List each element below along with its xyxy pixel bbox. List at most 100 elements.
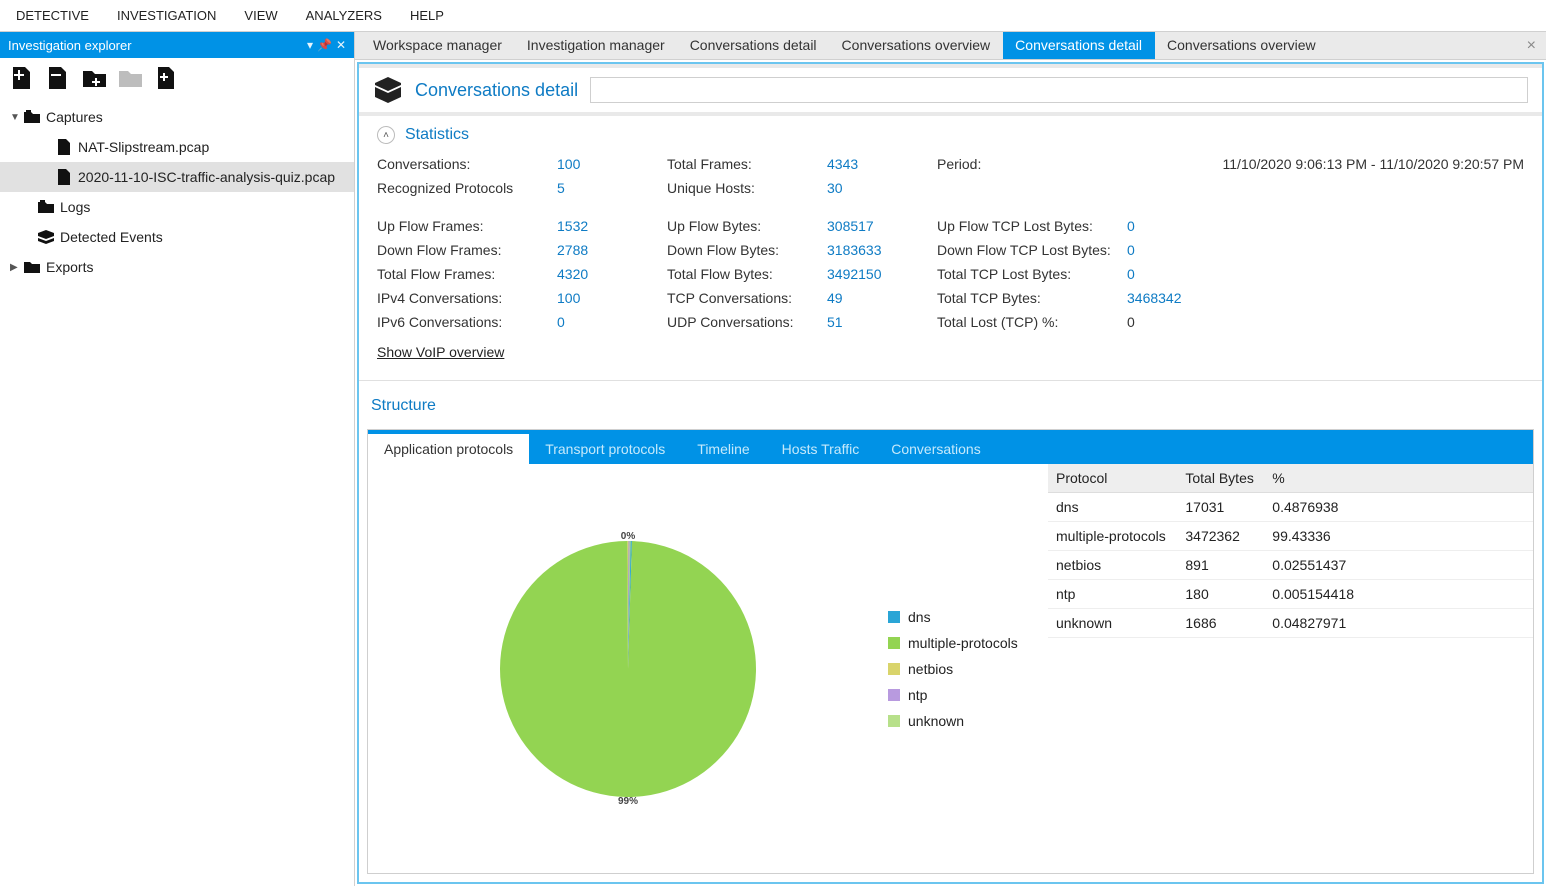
legend-swatch bbox=[888, 715, 900, 727]
stat-value: 0 bbox=[1127, 266, 1524, 282]
tab-timeline[interactable]: Timeline bbox=[681, 434, 765, 464]
menu-investigation[interactable]: INVESTIGATION bbox=[103, 2, 230, 29]
expander-icon[interactable]: ▼ bbox=[10, 112, 22, 123]
tab-investigation-manager[interactable]: Investigation manager bbox=[515, 32, 678, 59]
stat-label: IPv4 Conversations: bbox=[377, 290, 557, 306]
tab-workspace-manager[interactable]: Workspace manager bbox=[361, 32, 515, 59]
stat-value: 51 bbox=[827, 314, 937, 330]
stat-label: Up Flow TCP Lost Bytes: bbox=[937, 218, 1127, 234]
stat-label: Down Flow Frames: bbox=[377, 242, 557, 258]
stat-value: 3468342 bbox=[1127, 290, 1524, 306]
tab-conversations-detail-active[interactable]: Conversations detail bbox=[1003, 32, 1155, 59]
statistics-title: Statistics bbox=[405, 126, 469, 144]
tab-conversations-detail[interactable]: Conversations detail bbox=[678, 32, 830, 59]
captures-icon bbox=[22, 109, 42, 125]
legend-swatch bbox=[888, 663, 900, 675]
pie-chart: 0% 99% bbox=[368, 464, 888, 873]
stat-label: Total Flow Bytes: bbox=[667, 266, 827, 282]
tab-hosts-traffic[interactable]: Hosts Traffic bbox=[766, 434, 876, 464]
pie-bottom-label: 99% bbox=[618, 796, 638, 807]
structure-title: Structure bbox=[367, 397, 1534, 415]
sidebar-toolbar bbox=[0, 58, 354, 98]
table-row[interactable]: multiple-protocols347236299.43336 bbox=[1048, 522, 1533, 551]
tab-close-icon[interactable]: × bbox=[1517, 33, 1546, 59]
stat-value: 0 bbox=[1127, 242, 1524, 258]
tree-label: Logs bbox=[56, 199, 90, 215]
stat-value: 4343 bbox=[827, 156, 937, 172]
search-input[interactable] bbox=[591, 78, 1527, 102]
table-row[interactable]: ntp1800.005154418 bbox=[1048, 580, 1533, 609]
col-protocol[interactable]: Protocol bbox=[1048, 464, 1177, 493]
menu-detective[interactable]: DETECTIVE bbox=[2, 2, 103, 29]
legend-item: dns bbox=[888, 609, 1048, 625]
tree-label: Captures bbox=[42, 109, 103, 125]
file-icon bbox=[54, 169, 74, 185]
stat-value: 49 bbox=[827, 290, 937, 306]
legend-label: ntp bbox=[908, 687, 927, 703]
new-page-icon[interactable] bbox=[154, 65, 178, 91]
logs-icon bbox=[36, 199, 56, 215]
panel-header: Conversations detail bbox=[359, 64, 1542, 112]
events-icon bbox=[36, 229, 56, 245]
tree-node-captures[interactable]: ▼ Captures bbox=[0, 102, 354, 132]
table-row[interactable]: dns170310.4876938 bbox=[1048, 493, 1533, 522]
stat-label: Total Flow Frames: bbox=[377, 266, 557, 282]
legend-swatch bbox=[888, 611, 900, 623]
search-box[interactable] bbox=[590, 77, 1528, 103]
stat-label: Recognized Protocols bbox=[377, 180, 557, 196]
legend-swatch bbox=[888, 637, 900, 649]
expander-icon[interactable]: ▶ bbox=[10, 262, 22, 273]
stat-label: Total TCP Lost Bytes: bbox=[937, 266, 1127, 282]
menu-help[interactable]: HELP bbox=[396, 2, 458, 29]
statistics-grid: Conversations: 100 Total Frames: 4343 Pe… bbox=[377, 156, 1524, 330]
sidebar-menu-icon[interactable]: ▾ bbox=[307, 38, 313, 52]
stat-label: TCP Conversations: bbox=[667, 290, 827, 306]
tree-label: 2020-11-10-ISC-traffic-analysis-quiz.pca… bbox=[74, 169, 335, 185]
tab-application-protocols[interactable]: Application protocols bbox=[368, 434, 529, 464]
sidebar-pin-icon[interactable]: 📌 bbox=[317, 38, 332, 52]
col-total-bytes[interactable]: Total Bytes bbox=[1177, 464, 1264, 493]
sidebar-close-icon[interactable]: ✕ bbox=[336, 38, 346, 52]
stat-label: UDP Conversations: bbox=[667, 314, 827, 330]
stat-label: Down Flow TCP Lost Bytes: bbox=[937, 242, 1127, 258]
tree-node-logs[interactable]: Logs bbox=[0, 192, 354, 222]
tab-conversations-overview[interactable]: Conversations overview bbox=[830, 32, 1004, 59]
stat-value: 308517 bbox=[827, 218, 937, 234]
table-row[interactable]: netbios8910.02551437 bbox=[1048, 551, 1533, 580]
stat-value: 4320 bbox=[557, 266, 667, 282]
tree-node-exports[interactable]: ▶ Exports bbox=[0, 252, 354, 282]
stat-label: Conversations: bbox=[377, 156, 557, 172]
stat-value: 3492150 bbox=[827, 266, 937, 282]
new-file-icon[interactable] bbox=[10, 65, 34, 91]
stat-label: Total TCP Bytes: bbox=[937, 290, 1127, 306]
legend-item: multiple-protocols bbox=[888, 635, 1048, 651]
col-pct[interactable]: % bbox=[1264, 464, 1362, 493]
stat-label: Down Flow Bytes: bbox=[667, 242, 827, 258]
tree-item-file[interactable]: NAT-Slipstream.pcap bbox=[0, 132, 354, 162]
legend-label: unknown bbox=[908, 713, 964, 729]
folder-icon bbox=[22, 260, 42, 274]
stat-label: Up Flow Frames: bbox=[377, 218, 557, 234]
stat-label: Unique Hosts: bbox=[667, 180, 827, 196]
pie-legend: dnsmultiple-protocolsnetbiosntpunknown bbox=[888, 464, 1048, 873]
stat-value: 100 bbox=[557, 156, 667, 172]
menu-analyzers[interactable]: ANALYZERS bbox=[292, 2, 396, 29]
voip-overview-link[interactable]: Show VoIP overview bbox=[377, 344, 504, 360]
stat-label: Up Flow Bytes: bbox=[667, 218, 827, 234]
tab-conversations-overview-2[interactable]: Conversations overview bbox=[1155, 32, 1329, 59]
add-folder-icon[interactable] bbox=[82, 65, 106, 91]
tab-conversations[interactable]: Conversations bbox=[875, 434, 997, 464]
tab-transport-protocols[interactable]: Transport protocols bbox=[529, 434, 681, 464]
statistics-section: ˄ Statistics Conversations: 100 Total Fr… bbox=[359, 116, 1542, 374]
legend-label: multiple-protocols bbox=[908, 635, 1018, 651]
table-row[interactable]: unknown16860.04827971 bbox=[1048, 609, 1533, 638]
tree-label: Exports bbox=[42, 259, 93, 275]
legend-label: dns bbox=[908, 609, 931, 625]
menu-view[interactable]: VIEW bbox=[230, 2, 291, 29]
tree-item-file[interactable]: 2020-11-10-ISC-traffic-analysis-quiz.pca… bbox=[0, 162, 354, 192]
folder-disabled-icon bbox=[118, 65, 142, 91]
tree-label: NAT-Slipstream.pcap bbox=[74, 139, 209, 155]
collapse-icon[interactable]: ˄ bbox=[377, 126, 395, 144]
tree-node-events[interactable]: Detected Events bbox=[0, 222, 354, 252]
delete-file-icon[interactable] bbox=[46, 65, 70, 91]
